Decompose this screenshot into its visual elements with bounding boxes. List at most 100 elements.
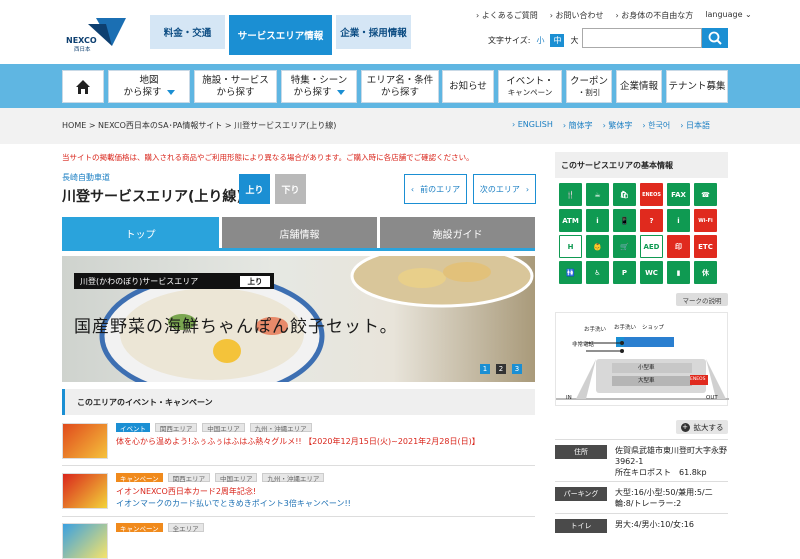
font-size-large[interactable]: 大 <box>567 34 581 47</box>
event-type-tag: キャンペーン <box>116 473 163 483</box>
nav-item-3[interactable]: 特集・シーン から探す <box>281 70 357 103</box>
nav-item-8[interactable]: 企業情報 <box>616 70 662 103</box>
top-tab-corporate[interactable]: 企業・採用情報 <box>336 15 411 49</box>
direction-up-button[interactable]: 上り <box>239 174 270 204</box>
tab-shop-info[interactable]: 店舗情報 <box>222 217 377 249</box>
event-thumbnail[interactable] <box>62 473 108 509</box>
event-subtitle-link[interactable]: イオンマークのカード払いでときめきポイント3倍キャンペーン!! <box>116 498 351 509</box>
prev-area-button[interactable]: ‹ 前のエリア <box>404 174 467 204</box>
nav-item-7[interactable]: クーポン ・割引 <box>566 70 612 103</box>
stamp-icon[interactable]: 印 <box>667 235 690 258</box>
info-label: パーキング <box>555 487 607 501</box>
top-tab-toll-traffic[interactable]: 料金・交通 <box>150 15 225 49</box>
road-name[interactable]: 長崎自動車道 <box>62 172 110 183</box>
nav-item-sublabel: ・割引 <box>577 87 601 97</box>
area-map[interactable]: お手洗い お手洗い ショップ 非常電話 小型車 大型車 ENEOS IN OUT <box>555 312 729 406</box>
nav-home[interactable] <box>62 70 104 103</box>
nav-item-label: 地図 <box>139 74 159 86</box>
accessible-parking-icon[interactable]: P <box>613 261 636 284</box>
nav-item-sublabel: キャンペーン <box>507 87 553 97</box>
event-title-link[interactable]: イオンNEXCO西日本カード2周年記念! <box>116 486 256 497</box>
map-label: ENEOS <box>690 377 706 382</box>
nursing-icon[interactable]: ♿ <box>586 261 609 284</box>
event-tags: キャンペーン 全エリア <box>116 523 206 534</box>
nav-item-4[interactable]: エリア名・条件 から探す <box>361 70 439 103</box>
etc-icon[interactable]: ETC <box>694 235 717 258</box>
eneos-icon[interactable]: ENEOS <box>640 183 663 206</box>
mark-legend-button[interactable]: マークの説明 <box>676 293 728 306</box>
zoom-map-button[interactable]: + 拡大する <box>676 420 728 434</box>
lang-korean[interactable]: › 한국어 <box>642 120 670 131</box>
shop-icon[interactable]: 🛍 <box>613 183 636 206</box>
baby-icon[interactable]: 👶 <box>586 235 609 258</box>
next-area-button[interactable]: 次のエリア › <box>473 174 536 204</box>
facility-icon-grid: 🍴 ☕ 🛍 ENEOS FAX ☎ ATM i 📱? i Wi-Fi H 👶 🛒 AED 印 ETC 🚻 ♿ P WC ▮… <box>559 183 727 284</box>
aed-icon[interactable]: AED <box>640 235 663 258</box>
direction-down-button[interactable]: 下り <box>275 174 306 204</box>
map-label: IN <box>566 395 572 401</box>
hero-title: 国産野菜の海鮮ちゃんぽん餃子セット。 <box>74 317 398 337</box>
toilet-icon[interactable]: 🚻 <box>559 261 582 284</box>
breadcrumb[interactable]: HOME > NEXCO西日本のSA･PA情報サイト > 川登サービスエリア(上… <box>62 120 336 131</box>
lang-english[interactable]: › ENGLISH <box>512 120 553 131</box>
info-row-toilet: トイレ 男大:4/男小:10/女:16 <box>555 513 728 533</box>
highway-info-icon[interactable]: i <box>586 209 609 232</box>
page-title: 川登サービスエリア(上り線) <box>62 189 243 205</box>
nav-item-sublabel: から探す <box>380 86 419 98</box>
event-thumbnail[interactable] <box>62 423 108 459</box>
hiway-icon[interactable]: H <box>559 235 582 258</box>
accessible-toilet-icon[interactable]: WC <box>640 261 663 284</box>
nav-item-label: エリア名・条件 <box>366 74 434 86</box>
map-label: 小型車 <box>638 365 655 371</box>
nexco-logo[interactable]: NEXCO 西日本 <box>66 16 128 53</box>
map-label: お手洗い <box>584 327 607 333</box>
nav-item-label: テナント募集 <box>668 80 726 92</box>
caret-down-icon <box>336 89 345 95</box>
top-tab-service-area[interactable]: サービスエリア情報 <box>229 15 332 55</box>
info-icon[interactable]: i <box>667 209 690 232</box>
util-link-language[interactable]: language ⌄ <box>705 10 752 21</box>
info-label: トイレ <box>555 519 607 533</box>
font-size-medium[interactable]: 中 <box>550 34 565 47</box>
lang-traditional-chinese[interactable]: › 繁体字 <box>603 120 633 131</box>
event-title-link[interactable]: 体を心から温めよう!ふぅふぅはふはふ熱々グルメ!! 【2020年12月15日(火… <box>116 436 480 447</box>
question-icon[interactable]: ? <box>640 209 663 232</box>
util-link-contact[interactable]: › お問い合わせ <box>550 10 604 21</box>
tab-facility-guide[interactable]: 施設ガイド <box>380 217 535 249</box>
nav-item-label: イベント・ <box>506 75 554 87</box>
nav-item-2[interactable]: 施設・サービス から探す <box>194 70 277 103</box>
event-type-tag: キャンペーン <box>116 523 163 533</box>
rest-icon[interactable]: 休 <box>694 261 717 284</box>
mobile-icon[interactable]: 📱 <box>613 209 636 232</box>
event-thumbnail[interactable] <box>62 523 108 559</box>
shower-icon[interactable]: ▮ <box>667 261 690 284</box>
font-size-small[interactable]: 小 <box>533 34 547 47</box>
search-input[interactable] <box>582 28 702 48</box>
nav-item-5[interactable]: お知らせ <box>442 70 494 103</box>
map-label: お手洗い <box>614 325 637 331</box>
lang-japanese[interactable]: › 日本語 <box>680 120 710 131</box>
atm-icon[interactable]: ATM <box>559 209 582 232</box>
cart-icon[interactable]: 🛒 <box>613 235 636 258</box>
wifi-icon[interactable]: Wi-Fi <box>694 209 717 232</box>
info-label: 住所 <box>555 445 607 459</box>
search-button[interactable] <box>702 28 728 48</box>
util-link-accessibility[interactable]: › お身体の不自由な方 <box>616 10 694 21</box>
nav-item-9[interactable]: テナント募集 <box>666 70 728 103</box>
tab-top[interactable]: トップ <box>62 217 219 249</box>
snack-icon[interactable]: ☕ <box>586 183 609 206</box>
carousel-dot-2[interactable]: 2 <box>496 364 506 374</box>
phone-icon[interactable]: ☎ <box>694 183 717 206</box>
util-link-faq[interactable]: › よくあるご質問 <box>476 10 538 21</box>
fax-icon[interactable]: FAX <box>667 183 690 206</box>
nav-item-1[interactable]: 地図 から探す <box>108 70 190 103</box>
restaurant-icon[interactable]: 🍴 <box>559 183 582 206</box>
nav-item-6[interactable]: イベント・ キャンペーン <box>498 70 562 103</box>
map-label: OUT <box>706 395 718 401</box>
carousel-dot-1[interactable]: 1 <box>480 364 490 374</box>
chevron-right-icon: › <box>525 184 530 194</box>
lang-simplified-chinese[interactable]: › 簡体字 <box>563 120 593 131</box>
nav-item-label: 企業情報 <box>619 80 658 92</box>
carousel-dot-3[interactable]: 3 <box>512 364 522 374</box>
nav-item-sublabel: から探す <box>216 86 255 98</box>
